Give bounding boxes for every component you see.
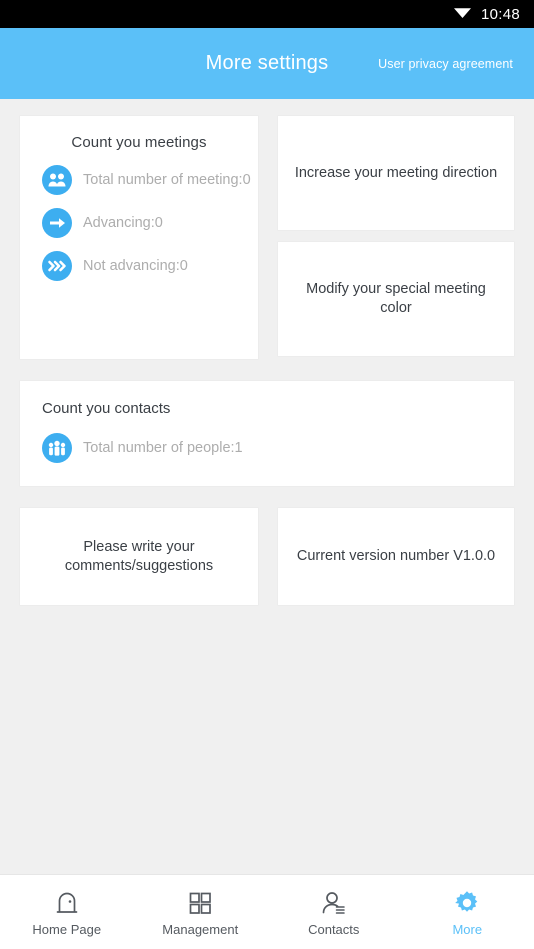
- wifi-icon: [453, 5, 472, 24]
- bottom-right-column: Current version number V1.0.0: [278, 508, 514, 605]
- stat-row-not-advancing: Not advancing:0: [20, 251, 258, 281]
- stat-row-total-meetings: Total number of meeting:0: [20, 165, 258, 195]
- count-contacts-card: Count you contacts Total number of peopl…: [20, 381, 514, 486]
- grid-squares-icon: [186, 888, 214, 918]
- write-comments-card[interactable]: Please write your comments/suggestions: [20, 508, 258, 605]
- modify-meeting-color-card[interactable]: Modify your special meeting color: [278, 242, 514, 356]
- stat-row-advancing: Advancing:0: [20, 208, 258, 238]
- nav-label-more: More: [452, 921, 483, 937]
- right-column: Increase your meeting direction Modify y…: [278, 116, 514, 359]
- bottom-row: Please write your comments/suggestions C…: [20, 508, 514, 605]
- contacts-card-title: Count you contacts: [42, 400, 171, 417]
- stat-label-total-meetings: Total number of meeting:0: [83, 171, 251, 188]
- nav-item-more[interactable]: More: [401, 875, 534, 949]
- increase-meeting-direction-card[interactable]: Increase your meeting direction: [278, 116, 514, 230]
- nav-label-management: Management: [162, 921, 239, 937]
- app-root: 10:48 More settings User privacy agreeme…: [0, 0, 534, 949]
- top-row: Count you meetings Total number of meeti…: [20, 116, 514, 359]
- status-bar: 10:48: [0, 0, 534, 28]
- left-column: Count you meetings Total number of meeti…: [20, 116, 258, 359]
- current-version-label: Current version number V1.0.0: [296, 548, 496, 565]
- double-chevron-right-icon: [42, 251, 72, 281]
- nav-label-contacts: Contacts: [308, 921, 360, 937]
- gear-icon: [452, 888, 482, 918]
- increase-meeting-direction-label: Increase your meeting direction: [294, 164, 498, 181]
- stat-row-total-people: Total number of people:1: [42, 433, 514, 463]
- nav-item-contacts[interactable]: Contacts: [267, 875, 401, 949]
- home-door-icon: [53, 888, 81, 918]
- bottom-navigation-bar: Home Page Management Contacts More: [0, 874, 534, 949]
- nav-label-home-page: Home Page: [32, 921, 102, 937]
- app-header: More settings User privacy agreement: [0, 28, 534, 99]
- bottom-left-column: Please write your comments/suggestions: [20, 508, 258, 605]
- meetings-card-title: Count you meetings: [71, 134, 207, 151]
- arrow-right-icon: [42, 208, 72, 238]
- nav-item-management[interactable]: Management: [134, 875, 268, 949]
- user-privacy-agreement-link[interactable]: User privacy agreement: [378, 57, 513, 71]
- group-people-icon: [42, 165, 72, 195]
- main-content: Count you meetings Total number of meeti…: [0, 99, 534, 949]
- write-comments-label: Please write your comments/suggestions: [64, 538, 214, 574]
- current-version-card[interactable]: Current version number V1.0.0: [278, 508, 514, 605]
- stat-label-not-advancing: Not advancing:0: [83, 257, 188, 274]
- page-title: More settings: [205, 52, 329, 74]
- status-bar-clock: 10:48: [480, 5, 520, 23]
- nav-item-home-page[interactable]: Home Page: [0, 875, 134, 949]
- modify-meeting-color-label: Modify your special meeting color: [306, 281, 486, 316]
- count-meetings-card: Count you meetings Total number of meeti…: [20, 116, 258, 359]
- stat-label-total-people: Total number of people:1: [83, 439, 243, 456]
- contact-person-icon: [320, 888, 348, 918]
- three-people-icon: [42, 433, 72, 463]
- stat-label-advancing: Advancing:0: [83, 214, 163, 231]
